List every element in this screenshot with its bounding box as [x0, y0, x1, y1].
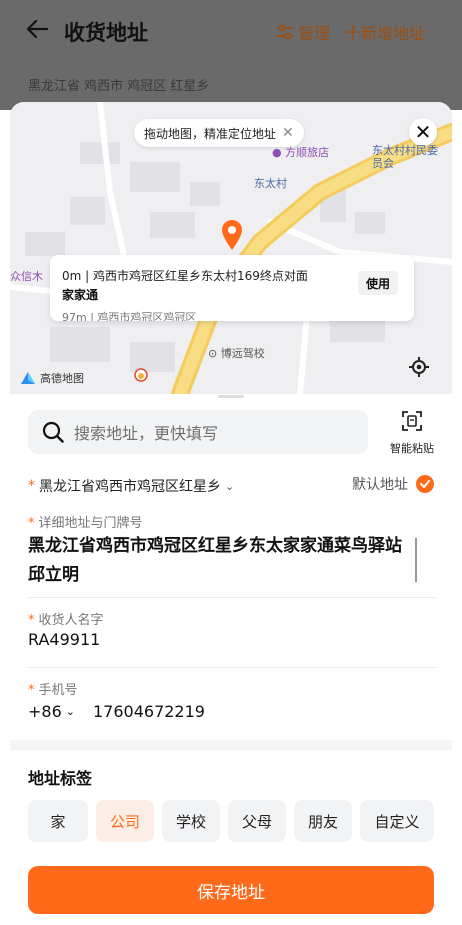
tag-school[interactable]: 学校 — [162, 800, 220, 842]
locate-me-icon[interactable] — [408, 356, 430, 378]
use-suggestion-button[interactable]: 使用 — [358, 271, 398, 295]
sliders-icon — [277, 24, 293, 40]
required-star: * — [28, 478, 35, 494]
map-view[interactable]: 拖动地图，精准定位地址 ✕ ✕ ● 方顺旅店 东太村 东太村村民委员会 众信木 … — [10, 102, 452, 394]
amap-logo: 高德地图 — [20, 370, 84, 386]
required-star: * — [28, 683, 35, 698]
suggestion-address: 0m | 鸡西市鸡冠区红星乡东太村169终点对面 — [62, 269, 308, 283]
tag-home[interactable]: 家 — [28, 800, 88, 842]
amap-logo-text: 高德地图 — [40, 372, 84, 385]
phone-label-text: 手机号 — [38, 683, 78, 698]
required-star: * — [28, 516, 35, 531]
poi-left: 众信木 — [10, 270, 43, 283]
search-icon — [42, 421, 64, 443]
save-address-button[interactable]: 保存地址 — [28, 866, 434, 914]
phone-label: * 手机号 — [28, 679, 78, 698]
poi-committee: 东太村村民委员会 — [372, 144, 442, 170]
recipient-name-field[interactable]: RA49911 — [28, 630, 100, 649]
poi-driving-school-label: 博远驾校 — [220, 347, 265, 360]
chevron-down-icon: ⌄ — [225, 479, 235, 493]
tip-close-icon[interactable]: ✕ — [282, 125, 294, 141]
sheet-drag-handle[interactable] — [218, 395, 244, 398]
tag-parents[interactable]: 父母 — [228, 800, 286, 842]
address-suggestion-card[interactable]: 0m | 鸡西市鸡冠区红星乡东太村169终点对面 家家通 使用 97m | 鸡西… — [50, 255, 414, 321]
back-arrow-icon[interactable] — [26, 18, 48, 40]
phone-row: +86 ⌄ 17604672219 — [28, 702, 205, 721]
current-region-text: 黑龙江省 鸡西市 鸡冠区 红星乡 — [28, 79, 210, 94]
poi-driving-school: ⊙ 博远驾校 — [208, 347, 265, 360]
gas-station-icon — [134, 368, 148, 382]
country-code-selector[interactable]: +86 ⌄ — [28, 702, 75, 721]
divider — [28, 667, 436, 668]
location-pin-icon — [222, 220, 242, 250]
manage-button[interactable]: 管理 — [276, 20, 330, 44]
poi-village: 东太村 — [254, 177, 287, 190]
add-address-button[interactable]: 十新增地址 — [345, 20, 425, 44]
recipient-name-label: * 收货人名字 — [28, 609, 104, 628]
map-close-button[interactable]: ✕ — [409, 118, 437, 146]
map-drag-tip: 拖动地图，精准定位地址 ✕ — [134, 119, 304, 147]
section-gap — [10, 740, 452, 750]
address-search-input[interactable]: 搜索地址，更快填写 — [28, 410, 368, 454]
suggestion-address-2: 97m | 鸡西市鸡冠区鸡冠区 — [62, 311, 197, 321]
region-selector[interactable]: * 黑龙江省鸡西市鸡冠区红星乡 ⌄ — [28, 476, 234, 496]
poi-hotel-label: 方顺旅店 — [285, 146, 330, 159]
country-code-value: +86 — [28, 702, 62, 721]
page-title: 收货地址 — [64, 21, 148, 45]
required-star: * — [28, 613, 35, 628]
phone-number-field[interactable]: 17604672219 — [93, 702, 205, 721]
check-icon — [416, 475, 434, 493]
manage-label: 管理 — [298, 24, 331, 43]
suggestion-name: 家家通 — [62, 288, 99, 302]
poi-hotel: ● 方顺旅店 — [272, 146, 330, 159]
divider — [28, 597, 436, 598]
region-value: 黑龙江省鸡西市鸡冠区红星乡 — [39, 479, 221, 495]
address-tags-title: 地址标签 — [28, 769, 93, 788]
tag-custom[interactable]: 自定义 — [360, 800, 434, 842]
amap-logo-icon — [21, 372, 35, 384]
smart-paste-label: 智能粘贴 — [390, 442, 434, 455]
detail-address-label-text: 详细地址与门牌号 — [38, 516, 143, 531]
top-bar: 收货地址 管理 十新增地址 黑龙江省 鸡西市 鸡冠区 红星乡 — [0, 0, 462, 110]
chevron-down-icon: ⌄ — [65, 705, 75, 718]
smart-paste-icon — [402, 411, 422, 431]
default-address-label: 默认地址 — [352, 477, 408, 493]
close-icon: ✕ — [414, 120, 432, 144]
poi-committee-label: 东太村村民委员会 — [372, 144, 438, 170]
text-cursor — [415, 538, 417, 582]
search-placeholder: 搜索地址，更快填写 — [74, 424, 219, 443]
default-address-toggle[interactable]: 默认地址 — [352, 474, 434, 494]
recipient-name-label-text: 收货人名字 — [38, 613, 104, 628]
detail-address-field[interactable]: 黑龙江省鸡西市鸡冠区红星乡东太家家通菜鸟驿站邱立明 — [28, 532, 414, 590]
smart-paste-button[interactable]: 智能粘贴 — [386, 410, 438, 456]
tag-company[interactable]: 公司 — [96, 800, 154, 842]
detail-address-label: * 详细地址与门牌号 — [28, 512, 143, 531]
tag-friends[interactable]: 朋友 — [294, 800, 352, 842]
address-tags: 家 公司 学校 父母 朋友 自定义 — [28, 800, 434, 842]
map-drag-tip-text: 拖动地图，精准定位地址 — [144, 126, 277, 141]
